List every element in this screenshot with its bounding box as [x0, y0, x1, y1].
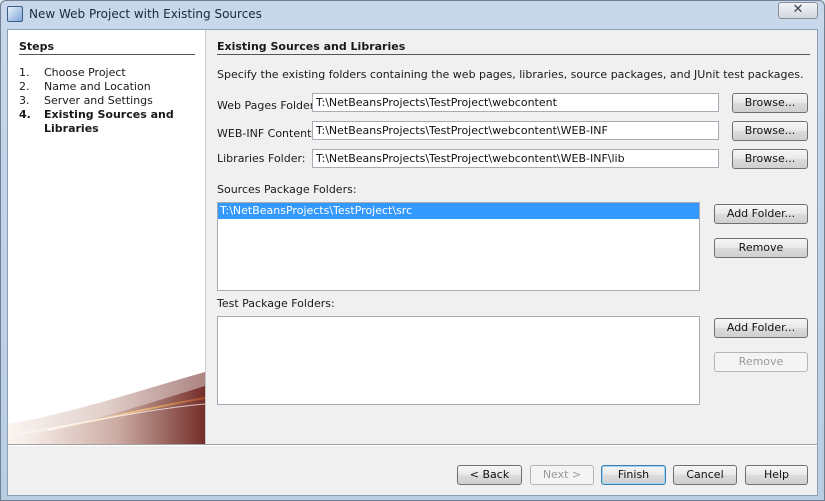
- sources-list[interactable]: T:\NetBeansProjects\TestProject\src: [217, 202, 700, 291]
- footer-divider-highlight: [8, 445, 817, 446]
- netbeans-project-icon: [7, 6, 23, 22]
- step-number: 4.: [19, 108, 31, 121]
- list-item-selected[interactable]: T:\NetBeansProjects\TestProject\src: [218, 203, 699, 219]
- web-pages-label: Web Pages Folder:: [217, 99, 318, 112]
- steps-heading: Steps: [19, 40, 55, 53]
- libraries-browse-button[interactable]: Browse...: [732, 149, 808, 169]
- tests-add-folder-button[interactable]: Add Folder...: [714, 318, 808, 338]
- decorative-swoosh-image: [8, 372, 205, 444]
- panel-title: Existing Sources and Libraries: [217, 40, 406, 53]
- step-label: Server and Settings: [44, 94, 153, 107]
- panel-description: Specify the existing folders containing …: [217, 68, 804, 81]
- step-number: 2.: [19, 80, 30, 93]
- tests-remove-button[interactable]: Remove: [714, 352, 808, 372]
- web-pages-field[interactable]: T:\NetBeansProjects\TestProject\webconte…: [312, 93, 719, 112]
- title-bar[interactable]: New Web Project with Existing Sources ✕: [1, 1, 824, 27]
- web-pages-browse-button[interactable]: Browse...: [732, 93, 808, 113]
- cancel-button[interactable]: Cancel: [673, 465, 737, 485]
- back-button[interactable]: < Back: [457, 465, 522, 485]
- next-button[interactable]: Next >: [530, 465, 594, 485]
- sources-add-folder-button[interactable]: Add Folder...: [714, 204, 808, 224]
- dialog-content: Steps 1. Choose Project 2. Name and Loca…: [7, 29, 818, 496]
- step-label: Name and Location: [44, 80, 151, 93]
- tests-list[interactable]: [217, 316, 700, 405]
- finish-button[interactable]: Finish: [601, 465, 666, 485]
- step-number: 1.: [19, 66, 30, 79]
- close-icon: ✕: [792, 2, 804, 17]
- step-label: Choose Project: [44, 66, 126, 79]
- dialog-window: New Web Project with Existing Sources ✕ …: [0, 0, 825, 501]
- panel-divider: [217, 54, 810, 55]
- step-label: Existing Sources and Libraries: [44, 108, 174, 135]
- close-button[interactable]: ✕: [778, 2, 818, 19]
- web-inf-label: WEB-INF Content:: [217, 127, 316, 140]
- web-inf-field[interactable]: T:\NetBeansProjects\TestProject\webconte…: [312, 121, 719, 140]
- sources-label: Sources Package Folders:: [217, 183, 357, 196]
- sources-remove-button[interactable]: Remove: [714, 238, 808, 258]
- steps-panel: Steps 1. Choose Project 2. Name and Loca…: [8, 30, 206, 444]
- libraries-field[interactable]: T:\NetBeansProjects\TestProject\webconte…: [312, 149, 719, 168]
- window-title: New Web Project with Existing Sources: [29, 7, 262, 21]
- steps-divider: [19, 54, 195, 55]
- help-button[interactable]: Help: [745, 465, 808, 485]
- libraries-label: Libraries Folder:: [217, 152, 306, 165]
- tests-label: Test Package Folders:: [217, 297, 335, 310]
- step-number: 3.: [19, 94, 30, 107]
- web-inf-browse-button[interactable]: Browse...: [732, 121, 808, 141]
